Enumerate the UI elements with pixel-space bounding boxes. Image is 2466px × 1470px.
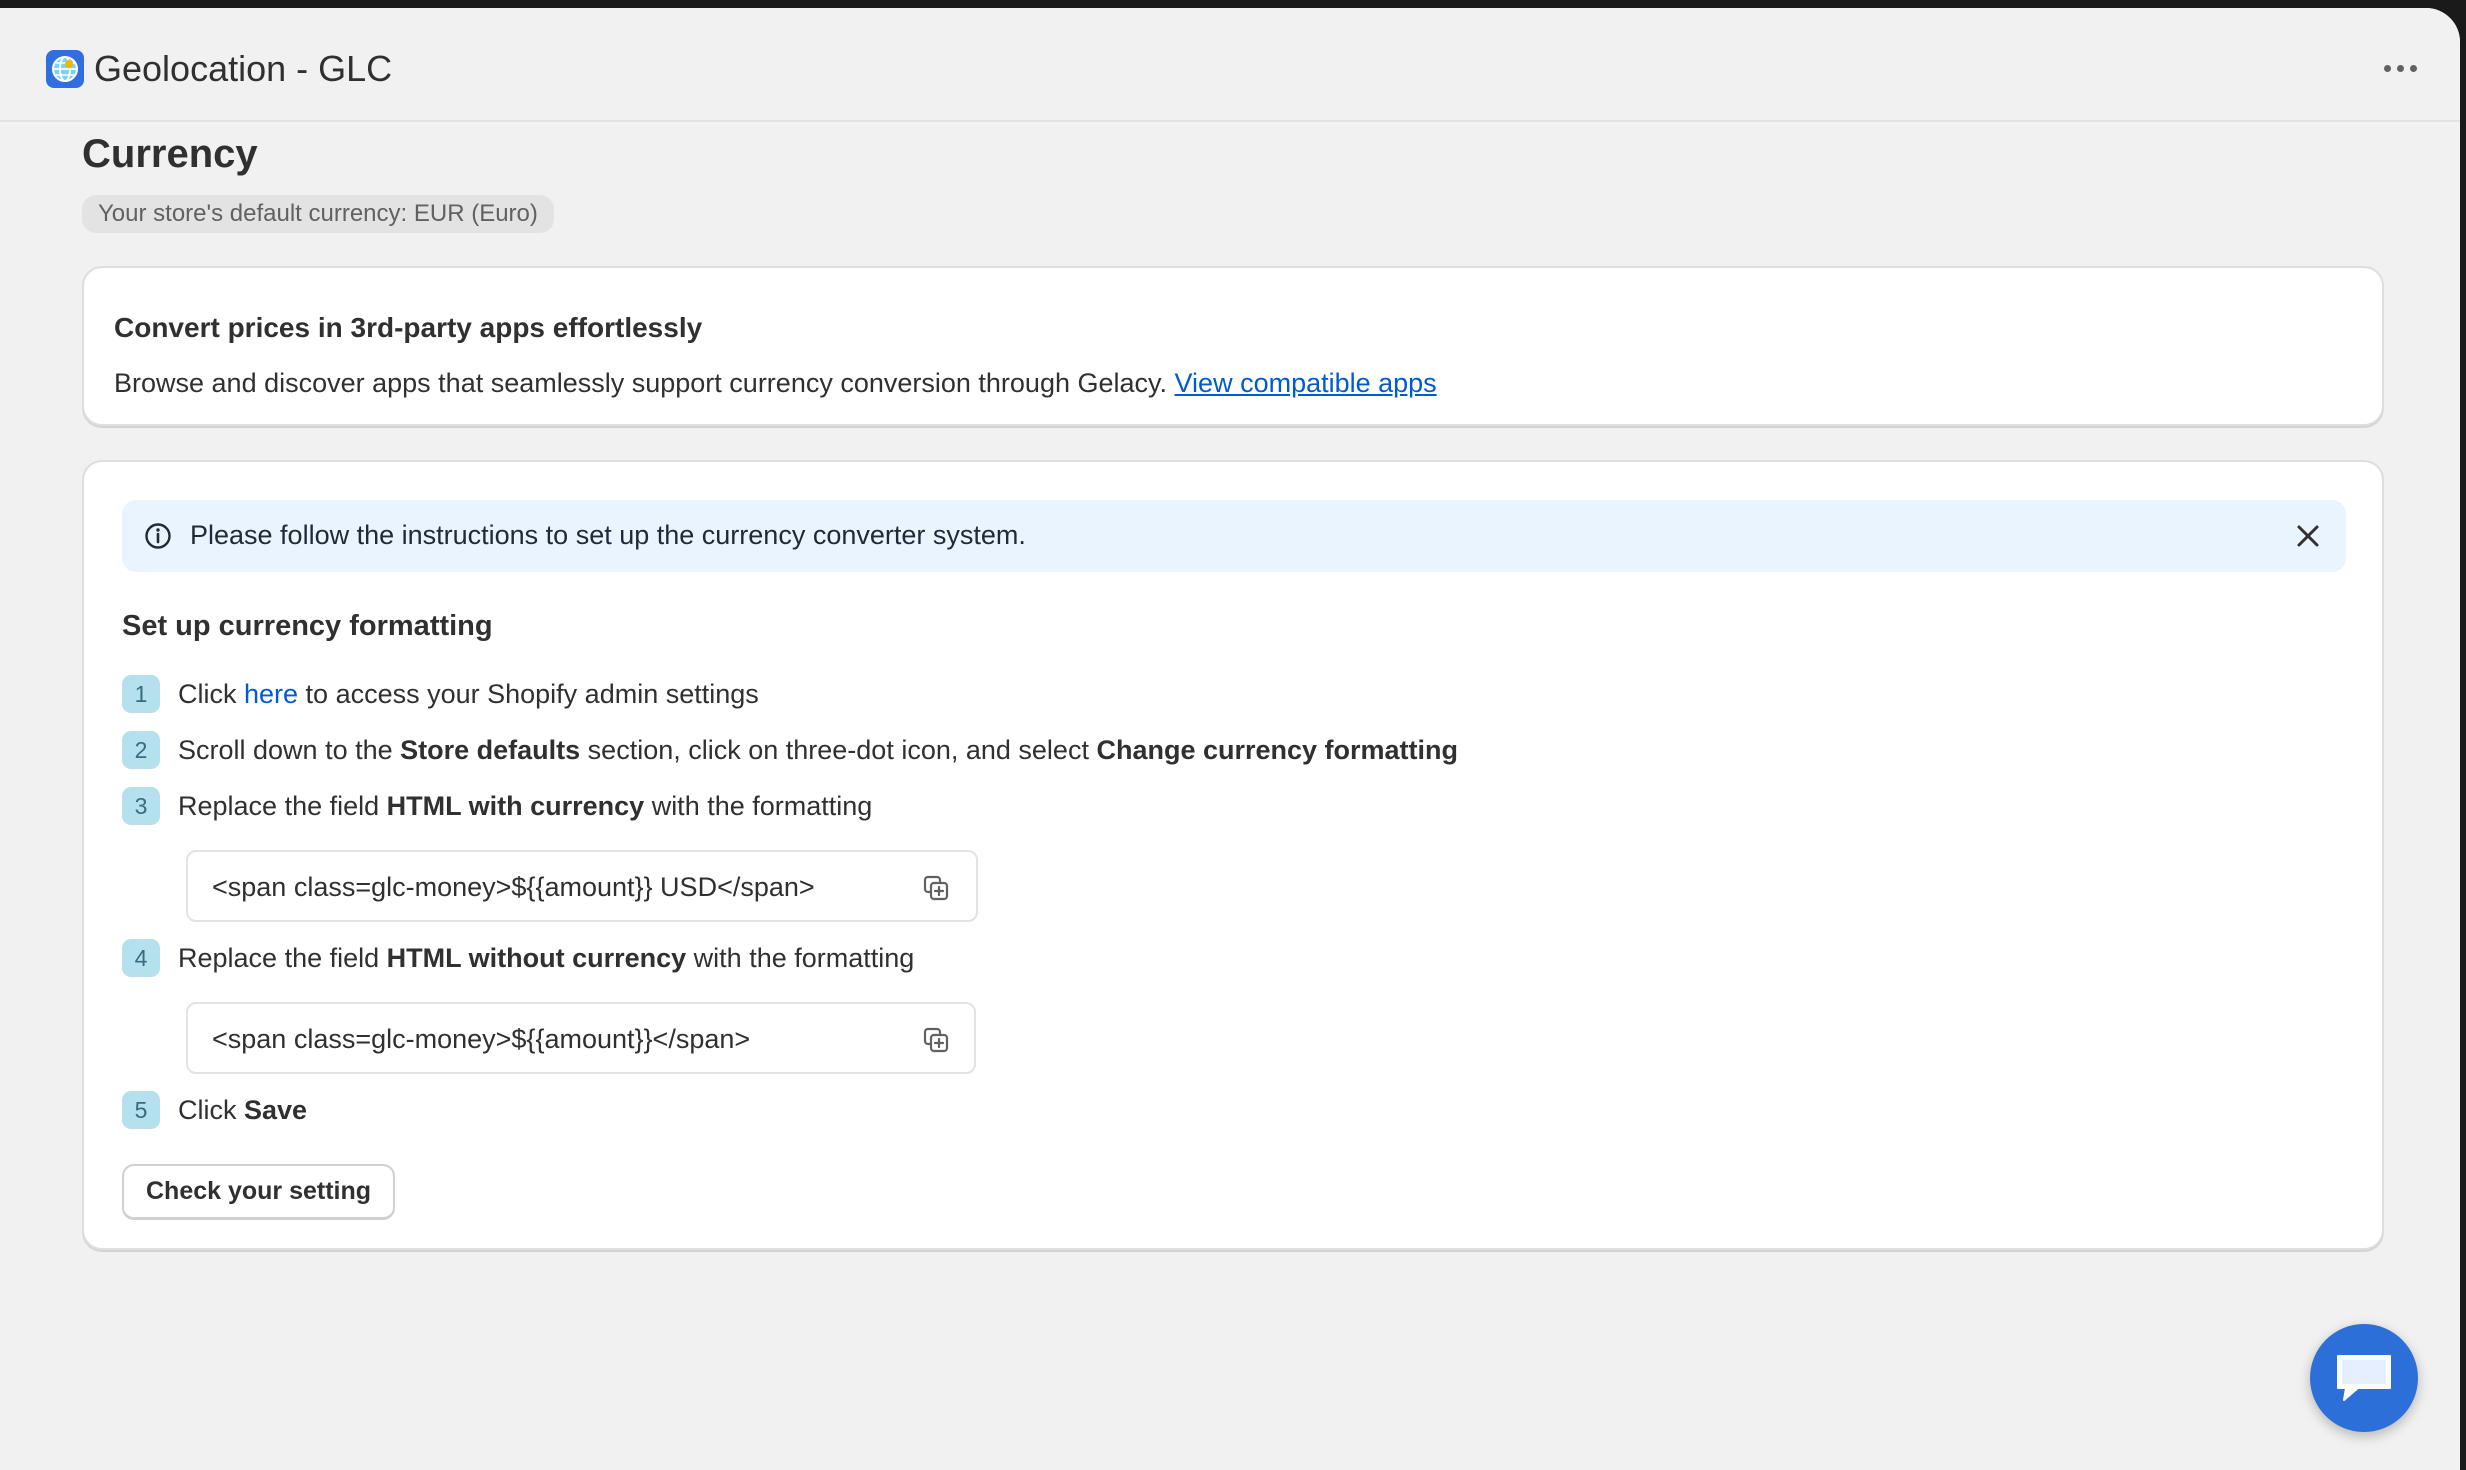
step-text: Replace the field HTML with currency wit…: [178, 790, 873, 821]
step-4: 4 Replace the field HTML without currenc…: [122, 938, 914, 978]
code-text: <span class=glc-money>${{amount}}</span>: [212, 1024, 751, 1054]
step-number: 3: [122, 787, 160, 825]
code-html-with-currency: <span class=glc-money>${{amount}} USD</s…: [186, 850, 978, 922]
app-frame: Geolocation - GLC Currency Your store's …: [0, 8, 2460, 1470]
currency-setup-card: Please follow the instructions to set up…: [82, 460, 2384, 1250]
page-title: Currency: [82, 132, 258, 176]
copy-icon[interactable]: [922, 874, 950, 902]
code-html-without-currency: <span class=glc-money>${{amount}}</span>: [186, 1002, 976, 1074]
section-title: Set up currency formatting: [122, 610, 493, 642]
compatible-apps-heading: Convert prices in 3rd-party apps effortl…: [114, 312, 703, 343]
chat-bubble-icon[interactable]: [2310, 1324, 2418, 1432]
default-currency-badge: Your store's default currency: EUR (Euro…: [82, 195, 554, 233]
more-horizontal-icon[interactable]: [2380, 58, 2420, 78]
info-icon: [145, 523, 171, 549]
step-text: Replace the field HTML without currency …: [178, 942, 915, 973]
step-text: Click Save: [178, 1094, 308, 1125]
info-banner: Please follow the instructions to set up…: [122, 500, 2346, 572]
view-compatible-apps-link[interactable]: View compatible apps: [1175, 368, 1437, 398]
compatible-apps-card: Convert prices in 3rd-party apps effortl…: [82, 266, 2384, 426]
info-banner-message: Please follow the instructions to set up…: [190, 520, 1026, 550]
close-icon[interactable]: [2292, 520, 2324, 552]
step-number: 2: [122, 731, 160, 769]
compatible-apps-description: Browse and discover apps that seamlessly…: [114, 368, 1437, 399]
step-2: 2 Scroll down to the Store defaults sect…: [122, 730, 1458, 770]
step-number: 4: [122, 939, 160, 977]
globe-icon: [46, 50, 84, 88]
step-text: Scroll down to the Store defaults sectio…: [178, 734, 1459, 765]
step-1: 1 Click here to access your Shopify admi…: [122, 674, 759, 714]
admin-settings-link[interactable]: here: [244, 679, 298, 709]
copy-icon[interactable]: [922, 1026, 950, 1054]
compatible-apps-body: Browse and discover apps that seamlessly…: [114, 368, 1168, 398]
app-title: Geolocation - GLC: [94, 48, 393, 89]
step-5: 5 Click Save: [122, 1090, 307, 1130]
step-3: 3 Replace the field HTML with currency w…: [122, 786, 872, 826]
step-number: 5: [122, 1091, 160, 1129]
code-text: <span class=glc-money>${{amount}} USD</s…: [212, 872, 815, 902]
app-header: Geolocation - GLC: [0, 8, 2460, 122]
check-setting-button[interactable]: Check your setting: [122, 1164, 396, 1220]
step-text: Click here to access your Shopify admin …: [178, 678, 759, 709]
step-number: 1: [122, 675, 160, 713]
